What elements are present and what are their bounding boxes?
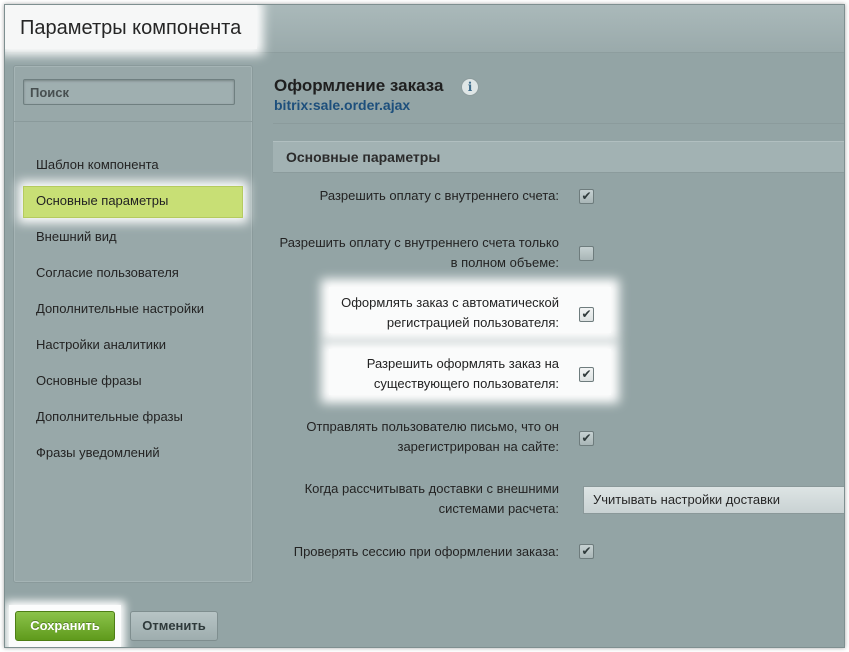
param-label-line: Оформлять заказ с автоматической bbox=[341, 295, 559, 310]
sidebar-item-template[interactable]: Шаблон компонента bbox=[14, 147, 252, 183]
param-checkbox-full-amount[interactable] bbox=[579, 246, 594, 261]
sidebar-item-additional-settings[interactable]: Дополнительные настройки bbox=[14, 291, 252, 327]
param-label-line: Разрешить оплату с внутреннего счета тол… bbox=[279, 235, 559, 250]
delivery-calc-select[interactable]: Учитывать настройки доставки bbox=[583, 486, 844, 514]
divider bbox=[273, 123, 844, 124]
sidebar-item-appearance[interactable]: Внешний вид bbox=[14, 219, 252, 255]
param-label: Отправлять пользователю письмо, что он з… bbox=[269, 417, 559, 457]
param-label-line: в полном объеме: bbox=[450, 255, 559, 270]
param-label-line: регистрацией пользователя: bbox=[386, 315, 559, 330]
param-label-line: зарегистрирован на сайте: bbox=[397, 439, 559, 454]
param-label: Когда рассчитывать доставки с внешними с… bbox=[269, 479, 559, 519]
section-header[interactable]: Основные параметры bbox=[273, 141, 844, 173]
sidebar-item-notification-phrases[interactable]: Фразы уведомлений bbox=[14, 435, 252, 471]
param-label-line: Отправлять пользователю письмо, что он bbox=[306, 419, 559, 434]
sidebar-item-additional-phrases[interactable]: Дополнительные фразы bbox=[14, 399, 252, 435]
sidebar-item-label: Дополнительные настройки bbox=[36, 301, 205, 316]
sidebar-item-label: Фразы уведомлений bbox=[36, 445, 160, 460]
sidebar-item-user-consent[interactable]: Согласие пользователя bbox=[14, 255, 252, 291]
param-label-line: Разрешить оплату с внутреннего счета: bbox=[319, 188, 559, 203]
param-label: Проверять сессию при оформлении заказа: bbox=[269, 542, 559, 562]
param-label-line: существующего пользователя: bbox=[373, 376, 559, 391]
param-label-line: Когда рассчитывать доставки с внешними bbox=[304, 481, 559, 496]
dialog-title: Параметры компонента bbox=[20, 17, 242, 39]
check-icon: ✔ bbox=[581, 544, 592, 558]
param-checkbox-check-session[interactable]: ✔ bbox=[579, 544, 594, 559]
check-icon: ✔ bbox=[581, 367, 592, 381]
param-checkbox-internal-account[interactable]: ✔ bbox=[579, 189, 594, 204]
sidebar-item-main-params[interactable]: Основные параметры bbox=[14, 183, 252, 219]
param-label: Разрешить оплату с внутреннего счета: bbox=[269, 186, 559, 206]
component-params-dialog: Параметры компонента Шаблон компонента О… bbox=[4, 4, 845, 648]
param-checkbox-existing-user[interactable]: ✔ bbox=[579, 367, 594, 382]
cancel-button[interactable]: Отменить bbox=[130, 611, 218, 641]
component-title: Оформление заказа bbox=[274, 76, 444, 95]
sidebar-item-label: Основные параметры bbox=[36, 193, 169, 208]
component-code: bitrix:sale.order.ajax bbox=[274, 97, 411, 113]
sidebar-item-label: Согласие пользователя bbox=[36, 265, 179, 280]
save-button[interactable]: Сохранить bbox=[15, 611, 115, 641]
dialog-titlebar: Параметры компонента bbox=[5, 5, 844, 53]
check-icon: ✔ bbox=[581, 307, 592, 321]
check-icon: ✔ bbox=[581, 431, 592, 445]
sidebar-item-label: Дополнительные фразы bbox=[36, 409, 183, 424]
param-label-line: Разрешить оформлять заказ на bbox=[366, 356, 559, 371]
sidebar-item-label: Настройки аналитики bbox=[36, 337, 167, 352]
sidebar-item-label: Основные фразы bbox=[36, 373, 142, 388]
param-checkbox-auto-register[interactable]: ✔ bbox=[579, 307, 594, 322]
param-label: Разрешить оплату с внутреннего счета тол… bbox=[269, 233, 559, 273]
sidebar-item-label: Шаблон компонента bbox=[36, 157, 159, 172]
sidebar: Шаблон компонента Основные параметры Вне… bbox=[13, 65, 253, 583]
check-icon: ✔ bbox=[581, 189, 592, 203]
param-label: Разрешить оформлять заказ на существующе… bbox=[269, 354, 559, 394]
sidebar-item-main-phrases[interactable]: Основные фразы bbox=[14, 363, 252, 399]
search-input[interactable] bbox=[23, 79, 235, 105]
param-label-line: системами расчета: bbox=[438, 501, 559, 516]
param-label: Оформлять заказ с автоматической регистр… bbox=[269, 293, 559, 333]
sidebar-nav: Шаблон компонента Основные параметры Вне… bbox=[14, 147, 252, 471]
search-area bbox=[14, 66, 252, 122]
param-checkbox-send-email[interactable]: ✔ bbox=[579, 431, 594, 446]
info-icon[interactable]: i bbox=[461, 78, 479, 96]
sidebar-item-analytics[interactable]: Настройки аналитики bbox=[14, 327, 252, 363]
sidebar-item-label: Внешний вид bbox=[36, 229, 117, 244]
main-panel: Оформление заказа i bitrix:sale.order.aj… bbox=[273, 65, 844, 595]
param-label-line: Проверять сессию при оформлении заказа: bbox=[293, 544, 559, 559]
